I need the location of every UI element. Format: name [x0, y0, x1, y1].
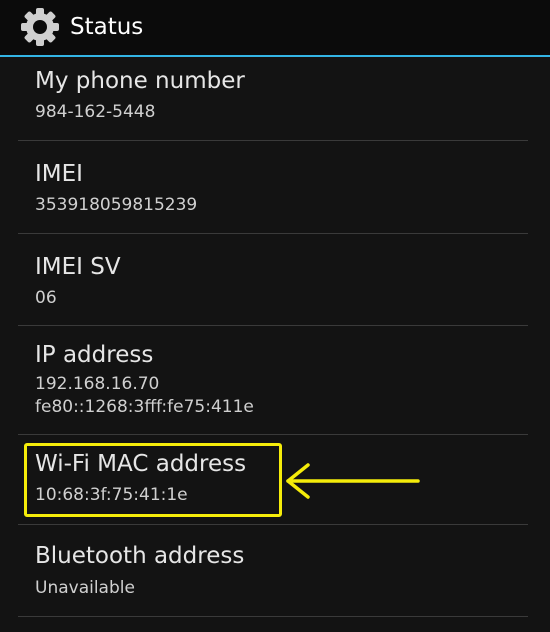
list-item-value: fe80::1268:3fff:fe75:411e [35, 397, 254, 417]
highlight-box [24, 443, 282, 517]
list-item-imei[interactable]: IMEI 353918059815239 [0, 141, 550, 234]
page-title: Status [70, 14, 144, 40]
list-item-label: Bluetooth address [35, 543, 245, 569]
list-item-label: IMEI [35, 161, 83, 187]
list-item-phone-number[interactable]: My phone number 984-162-5448 [0, 57, 550, 149]
list-item-bluetooth-address[interactable]: Bluetooth address Unavailable [0, 525, 550, 617]
list-item-label: IMEI SV [35, 254, 121, 280]
list-item-value: 984-162-5448 [35, 102, 156, 122]
list-item-label: My phone number [35, 68, 245, 94]
arrow-left-icon [286, 463, 420, 499]
list-item-value: Unavailable [35, 578, 135, 598]
action-bar: Status [0, 0, 550, 57]
list-item-ip-address[interactable]: IP address 192.168.16.70 fe80::1268:3fff… [0, 326, 550, 436]
gear-icon[interactable] [18, 5, 62, 49]
list-item-value: 06 [35, 288, 57, 308]
list-item-label: IP address [35, 342, 154, 368]
list-item-value: 353918059815239 [35, 195, 198, 215]
divider [18, 616, 528, 617]
list-item-value: 192.168.16.70 [35, 374, 160, 394]
list-item-imei-sv[interactable]: IMEI SV 06 [0, 234, 550, 326]
